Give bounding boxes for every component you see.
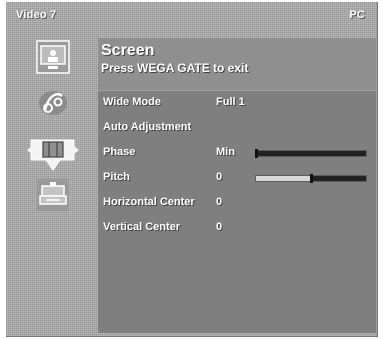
auto-adjustment-label: Auto Adjustment	[103, 121, 192, 133]
picture-icon[interactable]	[36, 40, 70, 74]
menu-title: Screen	[101, 42, 155, 59]
menu-row-phase[interactable]: Phase Min	[103, 146, 367, 160]
pitch-slider[interactable]	[255, 174, 367, 183]
menu-row-pitch[interactable]: Pitch 0	[103, 171, 367, 185]
screen-icon[interactable]	[26, 130, 80, 171]
mode-label: PC	[349, 9, 365, 21]
osd-frame: Video 7 PC Screen Press WEGA GATE to exi…	[6, 2, 378, 337]
osd-screen: Video 7 PC Screen Press WEGA GATE to exi…	[0, 0, 383, 339]
menu-row-wide-mode[interactable]: Wide Mode Full 1	[103, 96, 363, 110]
wide-mode-value: Full 1	[216, 96, 245, 108]
phase-slider[interactable]	[255, 149, 367, 158]
horizontal-center-label: Horizontal Center	[103, 196, 195, 208]
menu-row-horizontal-center[interactable]: Horizontal Center 0	[103, 196, 363, 210]
phase-slider-thumb[interactable]	[255, 149, 258, 158]
phase-label: Phase	[103, 146, 136, 158]
vertical-center-value: 0	[216, 221, 223, 233]
menu-row-vertical-center[interactable]: Vertical Center 0	[103, 221, 363, 235]
phase-slider-fill	[256, 151, 366, 156]
vertical-center-label: Vertical Center	[103, 221, 181, 233]
horizontal-center-value: 0	[216, 196, 223, 208]
pitch-slider-fill	[311, 176, 366, 181]
title-block: Screen Press WEGA GATE to exit	[98, 38, 376, 90]
pitch-label: Pitch	[103, 171, 130, 183]
phase-value: Min	[216, 146, 235, 158]
pitch-slider-thumb[interactable]	[310, 174, 313, 183]
sound-icon[interactable]	[36, 86, 70, 120]
menu-row-auto-adjustment[interactable]: Auto Adjustment	[103, 121, 363, 135]
pitch-value: 0	[216, 171, 223, 183]
input-label: Video 7	[16, 9, 57, 21]
setup-icon[interactable]	[36, 178, 70, 212]
wide-mode-label: Wide Mode	[103, 96, 161, 108]
exit-hint: Press WEGA GATE to exit	[101, 61, 249, 75]
